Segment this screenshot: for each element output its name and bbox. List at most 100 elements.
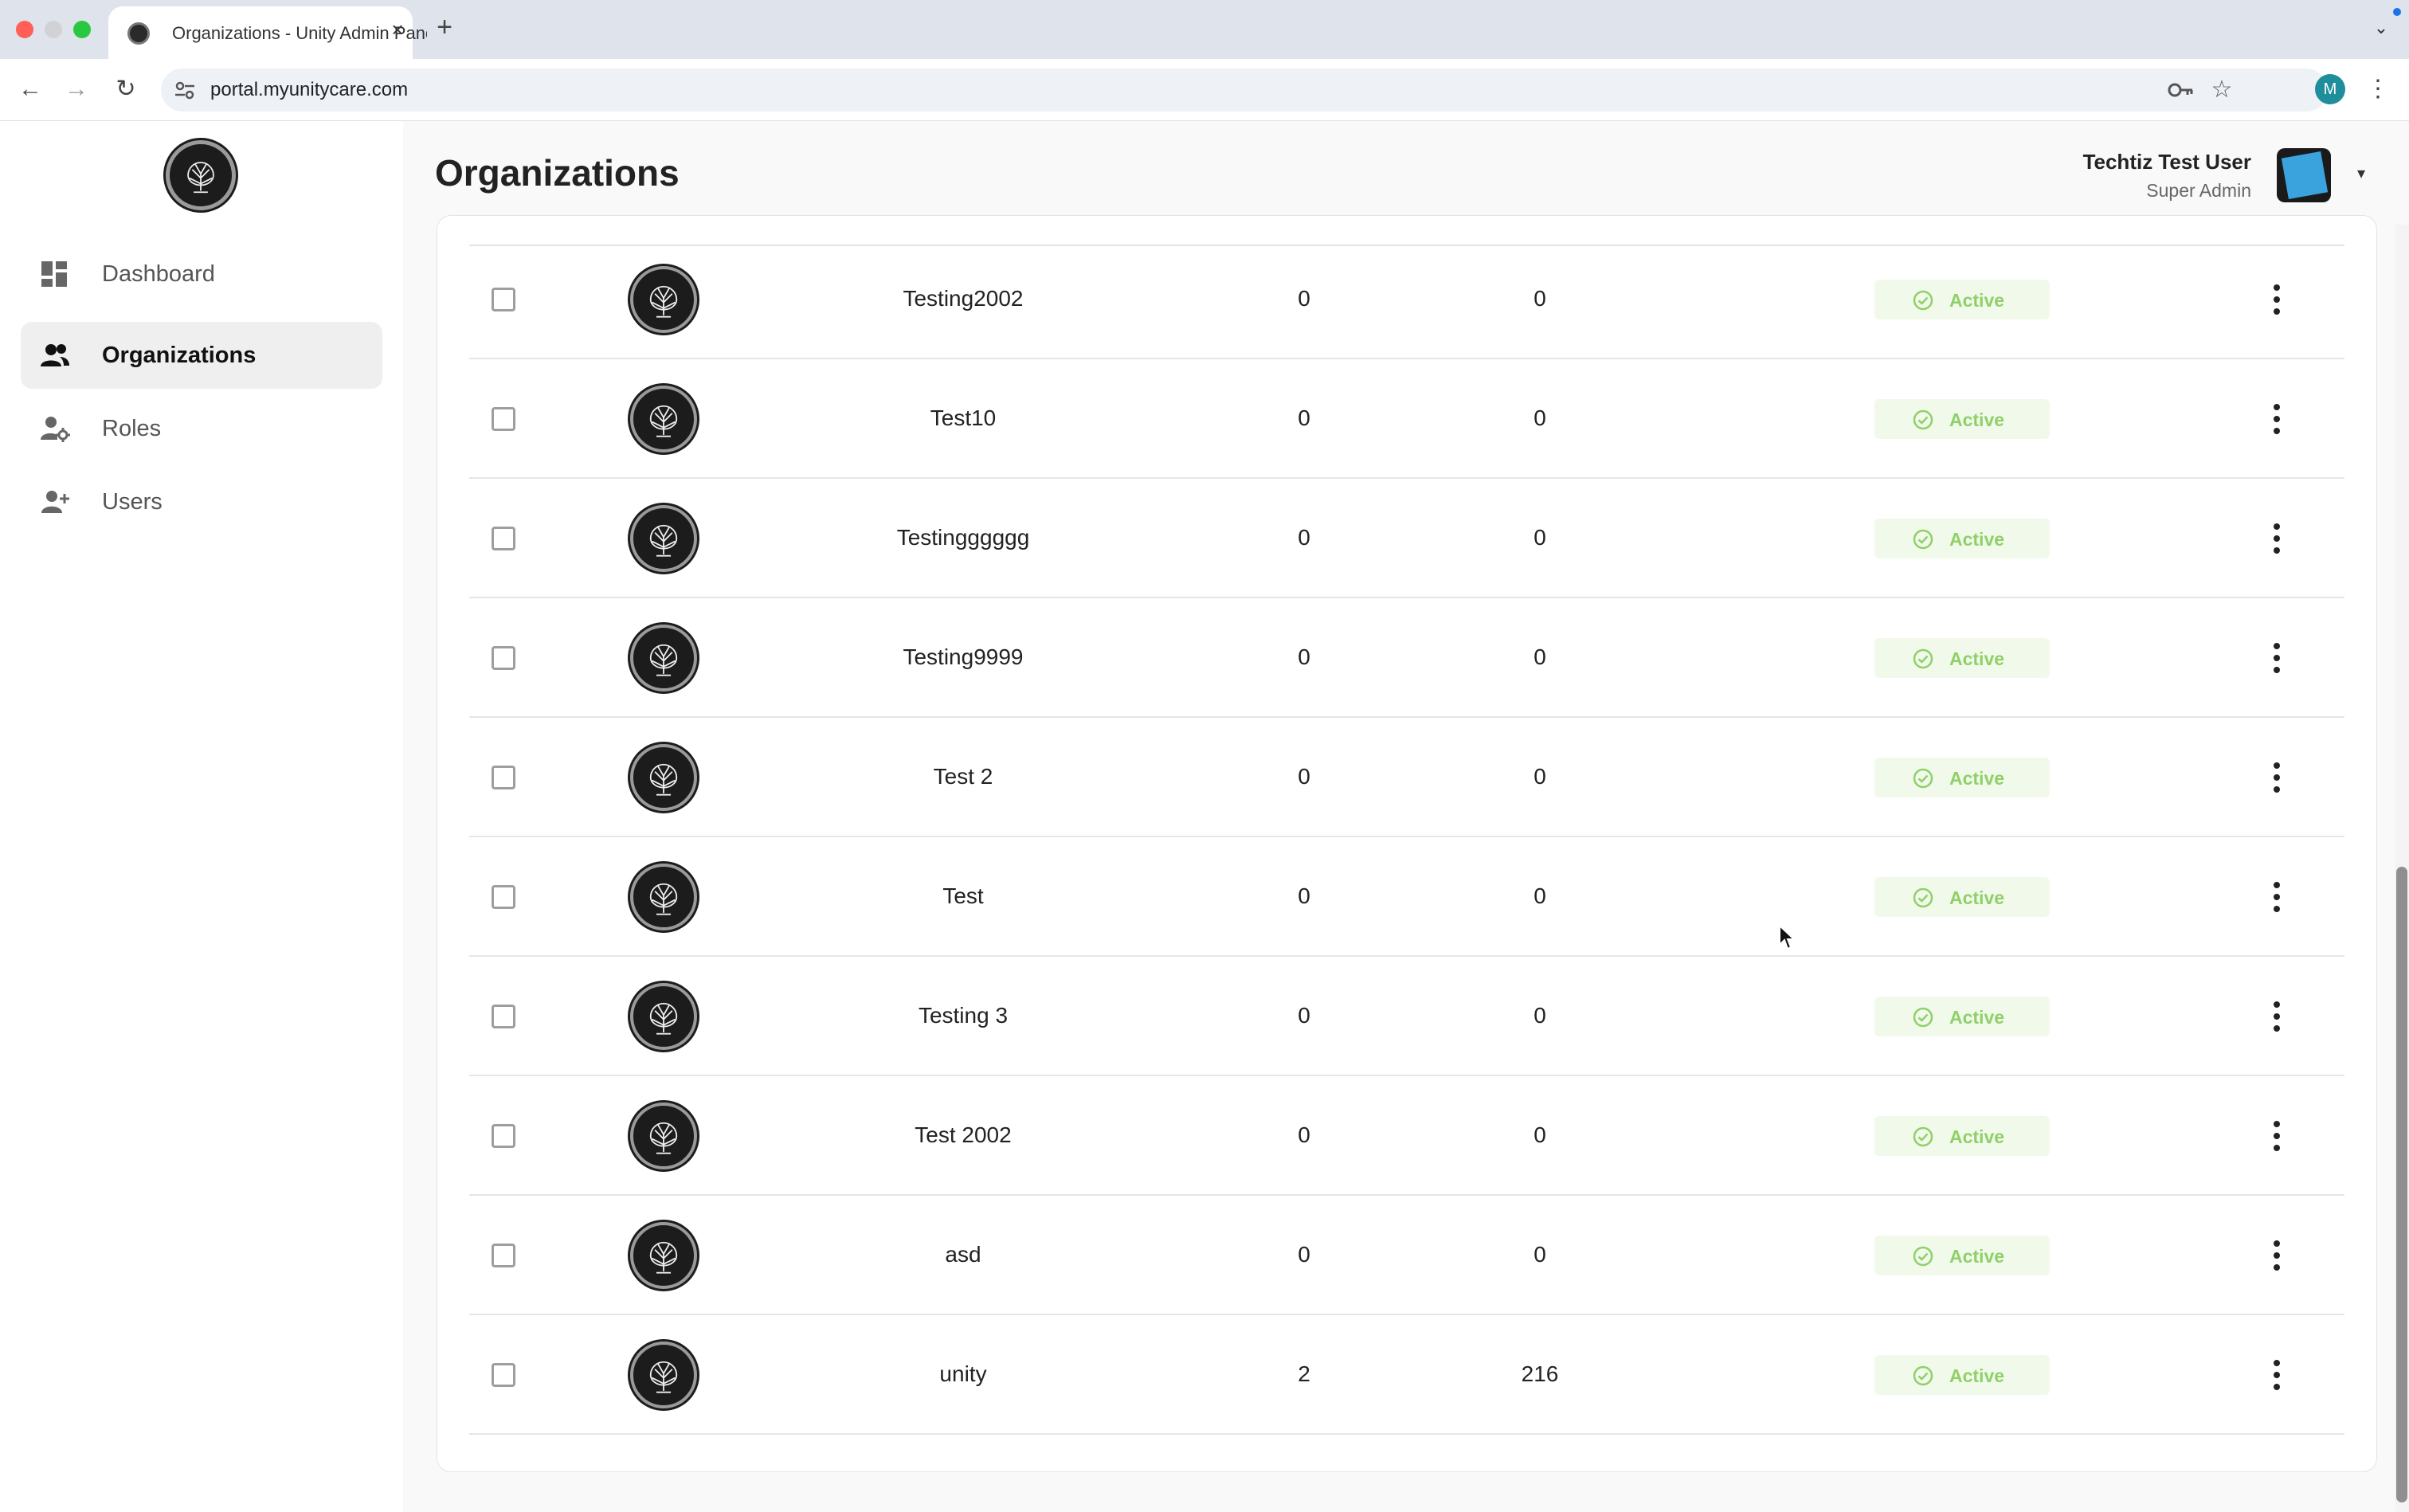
status-badge: Active: [1874, 638, 2050, 678]
row-checkbox[interactable]: [492, 1005, 515, 1028]
table-row: unity 2 216 Active: [469, 1315, 2344, 1435]
row-checkbox[interactable]: [492, 1363, 515, 1387]
more-options-icon[interactable]: [2265, 995, 2289, 1038]
sidebar: Dashboard Organizations Roles Users: [0, 121, 403, 1512]
dashboard-icon: [41, 261, 67, 287]
caret-down-icon[interactable]: ▾: [2352, 164, 2371, 183]
more-options-icon[interactable]: [2265, 517, 2289, 560]
status-label: Active: [1949, 1246, 2005, 1267]
status-badge: Active: [1874, 1116, 2050, 1156]
back-arrow-icon[interactable]: ←: [14, 73, 46, 105]
more-options-icon[interactable]: [2265, 875, 2289, 919]
organization-name: Test 2002: [915, 1122, 1012, 1147]
forward-arrow-icon[interactable]: →: [61, 73, 92, 105]
sidebar-item-users[interactable]: Users: [21, 468, 382, 535]
more-options-icon[interactable]: [2265, 756, 2289, 799]
browser-tab-active[interactable]: Organizations - Unity Admin Panel ×: [108, 6, 427, 59]
count-cell: 0: [1534, 286, 1546, 311]
organization-name: Testingggggg: [896, 525, 1030, 550]
organization-name: asd: [945, 1242, 981, 1267]
more-options-icon[interactable]: [2265, 637, 2289, 680]
count-cell: 0: [1298, 644, 1310, 669]
browser-menu-icon[interactable]: ⋮: [2366, 74, 2390, 104]
more-options-icon[interactable]: [2265, 1353, 2289, 1396]
tab-search-chevron-icon[interactable]: ⌄: [2369, 16, 2393, 40]
unity-logo[interactable]: [166, 140, 236, 210]
sidebar-item-organizations[interactable]: Organizations: [21, 322, 382, 389]
table-row: Testing9999 0 0 Active: [469, 598, 2344, 718]
count-cell: 0: [1534, 883, 1546, 908]
sidebar-item-roles[interactable]: Roles: [21, 395, 382, 462]
user-avatar[interactable]: [2277, 148, 2331, 202]
url-text[interactable]: portal.myunitycare.com: [210, 79, 408, 101]
count-cell: 0: [1534, 405, 1546, 430]
table-row: Testingggggg 0 0 Active: [469, 479, 2344, 598]
organization-name: Test 2: [933, 764, 993, 789]
organization-logo: [630, 505, 697, 572]
table-row: Test 2002 0 0 Active: [469, 1076, 2344, 1196]
organization-logo: [630, 266, 697, 333]
address-bar[interactable]: portal.myunitycare.com ☆: [161, 69, 2328, 112]
count-cell: 0: [1298, 286, 1310, 311]
status-label: Active: [1949, 1007, 2005, 1028]
check-circle-icon: [1913, 290, 1933, 311]
row-checkbox[interactable]: [492, 766, 515, 789]
table-row: Testing 3 0 0 Active: [469, 957, 2344, 1076]
count-cell: 0: [1534, 1122, 1546, 1147]
tab-close-icon[interactable]: ×: [386, 18, 409, 41]
more-options-icon[interactable]: [2265, 1234, 2289, 1277]
count-cell: 0: [1298, 764, 1310, 789]
tab-favicon-icon: [127, 22, 150, 45]
notification-dot: [2393, 8, 2401, 16]
roles-icon: [41, 417, 70, 442]
count-cell: 0: [1298, 1122, 1310, 1147]
profile-avatar[interactable]: M: [2315, 74, 2345, 104]
table-row: Test10 0 0 Active: [469, 359, 2344, 479]
row-checkbox[interactable]: [492, 885, 515, 909]
organization-name: Testing 3: [918, 1003, 1009, 1028]
check-circle-icon: [1913, 529, 1933, 550]
close-window-button[interactable]: [16, 21, 33, 38]
status-label: Active: [1949, 887, 2005, 908]
organization-logo: [630, 1342, 697, 1408]
organization-name: Testing9999: [903, 644, 1024, 669]
count-cell: 0: [1534, 1242, 1546, 1267]
row-checkbox[interactable]: [492, 1124, 515, 1148]
more-options-icon[interactable]: [2265, 398, 2289, 441]
page-header: Organizations Techtiz Test User Super Ad…: [403, 121, 2409, 225]
row-checkbox[interactable]: [492, 1244, 515, 1267]
reload-icon[interactable]: ↻: [110, 73, 142, 105]
row-checkbox[interactable]: [492, 646, 515, 670]
organization-name: Testing2002: [903, 286, 1024, 311]
status-label: Active: [1949, 290, 2005, 311]
password-key-icon[interactable]: [2167, 77, 2194, 103]
browser-toolbar: ← → ↻ portal.myunitycare.com ☆ M ⋮: [0, 59, 2409, 121]
sidebar-item-label: Users: [102, 489, 163, 515]
check-circle-icon: [1913, 887, 1933, 908]
sidebar-item-dashboard[interactable]: Dashboard: [21, 241, 382, 307]
check-circle-icon: [1913, 1246, 1933, 1267]
organization-logo: [630, 864, 697, 930]
scrollbar-thumb[interactable]: [2396, 867, 2407, 1502]
check-circle-icon: [1913, 409, 1933, 430]
status-badge: Active: [1874, 877, 2050, 917]
organization-logo: [630, 386, 697, 452]
check-circle-icon: [1913, 768, 1933, 789]
status-label: Active: [1949, 1365, 2005, 1386]
row-checkbox[interactable]: [492, 407, 515, 431]
minimize-window-button[interactable]: [45, 21, 62, 38]
status-badge: Active: [1874, 758, 2050, 797]
page-title: Organizations: [435, 152, 680, 194]
row-checkbox[interactable]: [492, 288, 515, 311]
more-options-icon[interactable]: [2265, 278, 2289, 321]
more-options-icon[interactable]: [2265, 1114, 2289, 1158]
row-checkbox[interactable]: [492, 527, 515, 550]
check-circle-icon: [1913, 1365, 1933, 1386]
table-row: Test 2 0 0 Active: [469, 718, 2344, 837]
maximize-window-button[interactable]: [73, 21, 91, 38]
bookmark-star-icon[interactable]: ☆: [2208, 76, 2235, 104]
site-settings-icon[interactable]: [172, 77, 198, 103]
new-tab-button[interactable]: +: [430, 13, 459, 41]
browser-tab-bar: Organizations - Unity Admin Panel × + ⌄: [0, 0, 2409, 59]
status-badge: Active: [1874, 399, 2050, 439]
